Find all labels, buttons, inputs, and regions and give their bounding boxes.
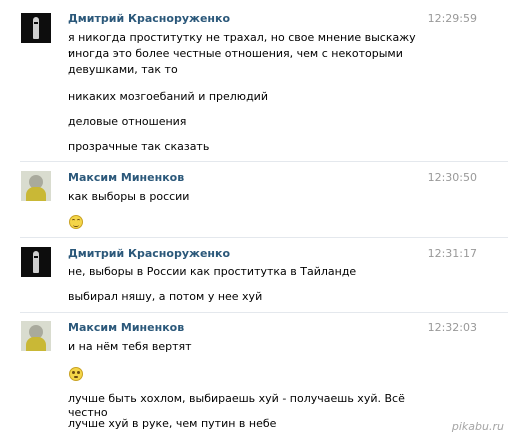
message-text: как выборы в россии (68, 190, 190, 203)
blushing-smiley-icon (69, 367, 83, 381)
avatar[interactable] (21, 321, 51, 351)
message-time[interactable]: 12:32:03 (428, 321, 477, 334)
author-name[interactable]: Максим Миненков (68, 321, 184, 334)
avatar[interactable] (21, 171, 51, 201)
avatar[interactable] (21, 247, 51, 277)
avatar[interactable] (21, 13, 51, 43)
divider (20, 237, 508, 238)
message-text: прозрачные так сказать (68, 140, 210, 153)
watermark: pikabu.ru (451, 420, 504, 433)
author-name[interactable]: Дмитрий Красноруженко (68, 12, 230, 25)
message-time[interactable]: 12:31:17 (428, 247, 477, 260)
message-text: иногда это более честные отношения, чем … (68, 47, 403, 60)
author-name[interactable]: Максим Миненков (68, 171, 184, 184)
divider (20, 161, 508, 162)
message-text: и на нём тебя вертят (68, 340, 192, 353)
message-text: не, выборы в России как проститутка в Та… (68, 265, 357, 278)
message-text: лучше хуй в руке, чем путин в небе (68, 417, 277, 430)
message-text: лучше быть хохлом, выбираешь хуй - получ… (68, 392, 405, 419)
message-text: выбирал няшу, а потом у нее хуй (68, 290, 263, 303)
message-text: деловые отношения (68, 115, 187, 128)
message-time[interactable]: 12:30:50 (428, 171, 477, 184)
message-text: никаких мозгоебаний и прелюдий (68, 90, 268, 103)
laughing-smiley-icon (69, 215, 83, 229)
message-text: девушками, так то (68, 63, 178, 76)
divider (20, 312, 508, 313)
author-name[interactable]: Дмитрий Красноруженко (68, 247, 230, 260)
message-time[interactable]: 12:29:59 (428, 12, 477, 25)
